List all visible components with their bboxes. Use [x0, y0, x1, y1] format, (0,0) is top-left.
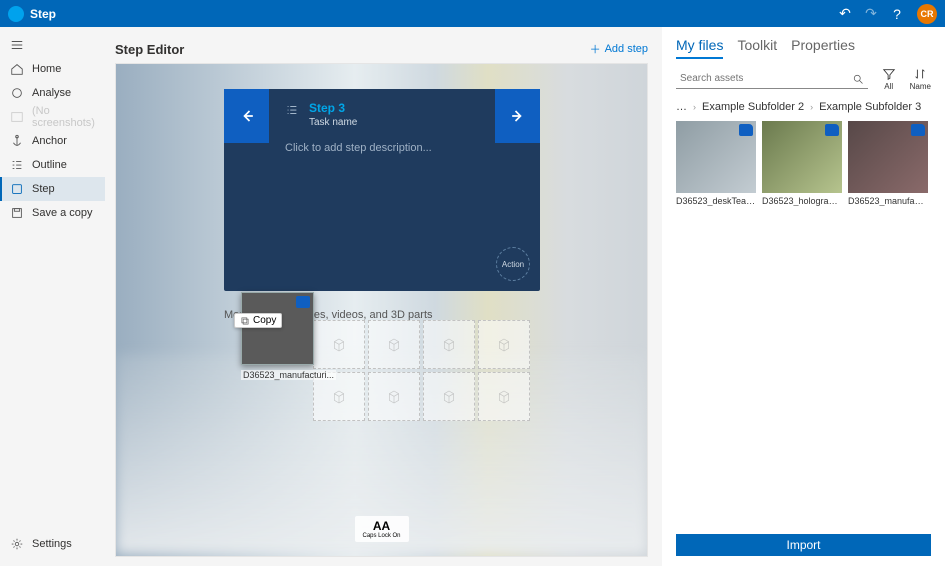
import-button[interactable]: Import	[676, 534, 931, 556]
media-slot[interactable]	[368, 372, 420, 421]
filter-button[interactable]: All	[882, 67, 896, 91]
save-icon	[10, 206, 24, 220]
sidebar-item-settings[interactable]: Settings	[0, 532, 105, 556]
filter-label: All	[884, 82, 893, 91]
next-step-button[interactable]	[495, 89, 540, 143]
chevron-right-icon: ›	[810, 102, 813, 112]
thumbs-grid: D36523_deskTeams_... D36523_hologram_w..…	[676, 121, 931, 206]
plus-icon: ＋	[590, 41, 601, 57]
media-slot[interactable]	[478, 372, 530, 421]
add-step-button[interactable]: ＋ Add step	[590, 41, 648, 57]
sidebar-item-noscreens: (No screenshots)	[0, 105, 105, 129]
home-icon	[10, 62, 24, 76]
breadcrumb-item[interactable]: Example Subfolder 2	[702, 101, 804, 113]
tab-bar: My files Toolkit Properties	[676, 37, 931, 59]
search-box[interactable]	[676, 69, 868, 89]
sidebar-item-label: Settings	[32, 538, 72, 550]
sidebar-item-home[interactable]: Home	[0, 57, 105, 81]
media-slot-grid	[313, 320, 530, 421]
asset-name: D36523_hologram_w...	[762, 196, 842, 206]
tab-properties[interactable]: Properties	[791, 37, 855, 59]
outline-icon	[10, 158, 24, 172]
import-label: Import	[786, 538, 820, 552]
tab-toolkit[interactable]: Toolkit	[737, 37, 777, 59]
search-input[interactable]	[680, 73, 852, 84]
sidebar-item-label: Save a copy	[32, 207, 93, 219]
tab-my-files[interactable]: My files	[676, 37, 723, 59]
image-badge-icon	[911, 124, 925, 136]
asset-thumb[interactable]: D36523_deskTeams_...	[676, 121, 756, 206]
drag-caption: D36523_manufacturi...	[241, 370, 336, 380]
gear-icon	[10, 537, 24, 551]
chevron-right-icon: ›	[693, 102, 696, 112]
action-button[interactable]: Action	[496, 247, 530, 281]
list-icon	[285, 103, 299, 117]
asset-thumb[interactable]: D36523_manufacturi...	[848, 121, 928, 206]
media-slot[interactable]	[313, 320, 365, 369]
sidebar-item-saveacopy[interactable]: Save a copy	[0, 201, 105, 225]
step-subtitle[interactable]: Task name	[309, 117, 357, 128]
sidebar-item-label: Home	[32, 63, 61, 75]
copy-label: Copy	[253, 315, 276, 326]
breadcrumb: … › Example Subfolder 2 › Example Subfol…	[676, 101, 931, 113]
media-slot[interactable]	[478, 320, 530, 369]
caps-aa: AA	[362, 519, 400, 533]
sort-label: Name	[910, 82, 931, 91]
prev-step-button[interactable]	[224, 89, 269, 143]
right-panel: My files Toolkit Properties All Name … ›…	[662, 27, 945, 566]
sort-button[interactable]: Name	[910, 67, 931, 91]
sidebar: Home Analyse (No screenshots) Anchor Out…	[0, 27, 105, 566]
undo-icon[interactable]: ↶	[835, 4, 855, 24]
step-icon	[10, 182, 24, 196]
step-title[interactable]: Step 3	[309, 101, 357, 115]
drag-preview[interactable]	[241, 292, 314, 365]
image-badge-icon	[825, 124, 839, 136]
sidebar-item-step[interactable]: Step	[0, 177, 105, 201]
breadcrumb-item[interactable]: Example Subfolder 3	[819, 101, 921, 113]
sidebar-item-analyse[interactable]: Analyse	[0, 81, 105, 105]
sidebar-item-outline[interactable]: Outline	[0, 153, 105, 177]
search-icon	[852, 73, 864, 85]
asset-name: D36523_manufacturi...	[848, 196, 928, 206]
step-card: Step 3 Task name Click to add step descr…	[224, 89, 540, 291]
action-label: Action	[502, 260, 524, 269]
anchor-icon	[10, 134, 24, 148]
sidebar-item-label: Outline	[32, 159, 67, 171]
canvas: Step 3 Task name Click to add step descr…	[115, 63, 648, 557]
app-logo	[8, 6, 24, 22]
step-description-placeholder[interactable]: Click to add step description...	[285, 142, 524, 154]
breadcrumb-root[interactable]: …	[676, 101, 687, 113]
image-icon	[10, 110, 24, 124]
media-slot[interactable]	[368, 320, 420, 369]
image-badge-icon	[739, 124, 753, 136]
help-icon[interactable]: ?	[887, 4, 907, 24]
page-title: Step Editor	[115, 42, 184, 57]
sidebar-item-label: Analyse	[32, 87, 71, 99]
media-slot[interactable]	[423, 372, 475, 421]
asset-thumb[interactable]: D36523_hologram_w...	[762, 121, 842, 206]
caps-text: Caps Lock On	[362, 533, 400, 539]
editor-area: Step Editor ＋ Add step Step 3	[105, 27, 662, 566]
copy-tooltip: Copy	[234, 313, 282, 328]
sidebar-item-label: Anchor	[32, 135, 67, 147]
add-step-label: Add step	[605, 43, 648, 55]
asset-name: D36523_deskTeams_...	[676, 196, 756, 206]
sidebar-item-label: (No screenshots)	[32, 105, 95, 129]
image-badge-icon	[296, 296, 310, 308]
analyse-icon	[10, 86, 24, 100]
redo-icon[interactable]: ↷	[861, 4, 881, 24]
avatar[interactable]: CR	[917, 4, 937, 24]
sidebar-item-anchor[interactable]: Anchor	[0, 129, 105, 153]
caps-lock-indicator: AA Caps Lock On	[354, 516, 408, 542]
app-title: Step	[30, 7, 829, 21]
title-bar: Step ↶ ↷ ? CR	[0, 0, 945, 27]
media-slot[interactable]	[423, 320, 475, 369]
sidebar-item-label: Step	[32, 183, 55, 195]
hamburger-icon[interactable]	[0, 33, 105, 57]
